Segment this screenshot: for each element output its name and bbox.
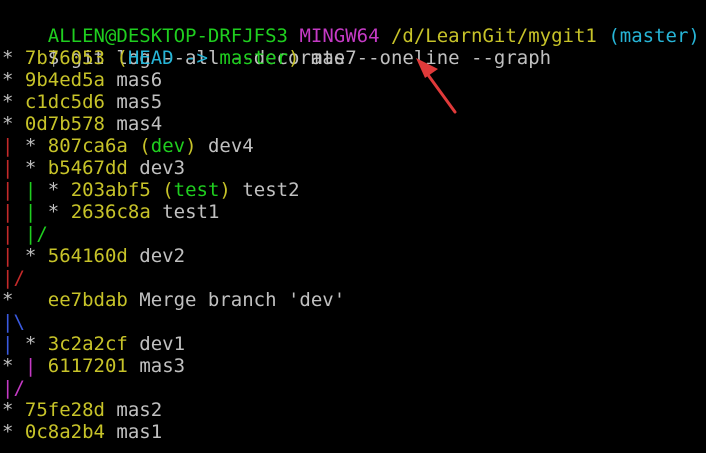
log-segment: mas2 [104,399,163,421]
log-line: * 7b76053 (HEAD -> master) mas7 [2,47,704,69]
log-line: | * 564160d dev2 [2,245,704,267]
log-segment: mas7 [299,47,357,69]
commit-hash: 2636c8a [70,201,151,223]
log-line: | * 807ca6a (dev) dev4 [2,135,704,157]
log-segment: dev [150,135,186,157]
log-segment: |/ [24,223,48,245]
log-segment: | [2,223,14,245]
log-segment: test1 [150,201,220,223]
log-segment: ) [185,135,197,157]
log-line: | | * 2636c8a test1 [2,201,704,223]
commit-hash: ee7bdab [47,289,128,311]
log-segment: ) [288,47,300,69]
log-segment: * [13,157,48,179]
log-segment: mas3 [127,355,186,377]
commit-hash: 807ca6a [47,135,128,157]
log-segment: * [13,245,48,267]
log-segment: * [2,91,25,113]
log-line: * 9b4ed5a mas6 [2,69,704,91]
log-line: * 0c8a2b4 mas1 [2,421,704,443]
command-line[interactable]: $ git log --all --decorate --oneline --g… [2,25,704,69]
log-segment: * [2,113,25,135]
commit-hash: 564160d [47,245,128,267]
log-segment: * [36,201,71,223]
log-segment [13,201,24,223]
log-segment: | [24,355,37,377]
log-segment: test [173,179,220,201]
log-segment: dev1 [127,333,186,355]
log-line: * 75fe28d mas2 [2,399,704,421]
log-segment: | [2,157,14,179]
log-segment [13,223,24,245]
prompt-line: ALLEN@DESKTOP-DRFJFS3 MINGW64 /d/LearnGi… [2,3,704,47]
log-segment: * [2,289,48,311]
commit-hash: 203abf5 [70,179,151,201]
log-segment: | [2,201,14,223]
log-segment: mas5 [104,91,163,113]
commit-hash: c1dc5d6 [24,91,105,113]
log-segment: ( [150,179,174,201]
log-segment: |\ [2,311,25,333]
log-line: |/ [2,267,704,289]
log-line: * | 6117201 mas3 [2,355,704,377]
log-segment: * [2,399,25,421]
log-segment: | [2,179,14,201]
log-segment: mas4 [104,113,163,135]
log-segment: dev4 [196,135,254,157]
log-segment: Merge branch 'dev' [127,289,346,311]
log-line: | * 3c2a2cf dev1 [2,333,704,355]
log-segment: master [219,47,289,69]
commit-hash: 0c8a2b4 [24,421,105,443]
log-segment: HEAD -> [127,47,220,69]
log-segment: dev3 [127,157,186,179]
log-line: * c1dc5d6 mas5 [2,91,704,113]
log-segment: test2 [230,179,300,201]
log-segment: * [13,333,48,355]
git-log-output: * 7b76053 (HEAD -> master) mas7 * 9b4ed5a… [2,47,704,443]
commit-hash: 6117201 [47,355,128,377]
log-line: | |/ [2,223,704,245]
log-segment: dev2 [127,245,186,267]
log-segment: | [24,201,37,223]
log-line: * 0d7b578 mas4 [2,113,704,135]
log-segment: | [2,135,14,157]
log-segment: * [13,135,48,157]
log-segment: * [2,69,25,91]
log-segment: | [2,333,14,355]
log-segment: * [2,47,25,69]
commit-hash: 0d7b578 [24,113,105,135]
log-segment: ( [104,47,128,69]
log-segment: * [36,179,71,201]
log-segment: | [2,245,14,267]
log-segment: mas1 [104,421,163,443]
commit-hash: b5467dd [47,157,128,179]
log-segment: * [2,421,25,443]
log-line: | * b5467dd dev3 [2,157,704,179]
log-segment: mas6 [104,69,163,91]
log-line: * ee7bdab Merge branch 'dev' [2,289,704,311]
commit-hash: 3c2a2cf [47,333,128,355]
log-segment: * [2,355,25,377]
log-segment [13,179,24,201]
log-segment: ( [127,135,151,157]
log-segment [36,355,47,377]
commit-hash: 7b76053 [24,47,105,69]
commit-hash: 9b4ed5a [24,69,105,91]
commit-hash: 75fe28d [24,399,105,421]
log-line: | | * 203abf5 (test) test2 [2,179,704,201]
log-segment: ) [219,179,231,201]
log-line: |/ [2,377,704,399]
log-line: |\ [2,311,704,333]
log-segment: |/ [2,377,25,399]
log-segment: | [24,179,37,201]
log-segment: |/ [2,267,25,289]
terminal-window[interactable]: ALLEN@DESKTOP-DRFJFS3 MINGW64 /d/LearnGi… [2,3,704,443]
